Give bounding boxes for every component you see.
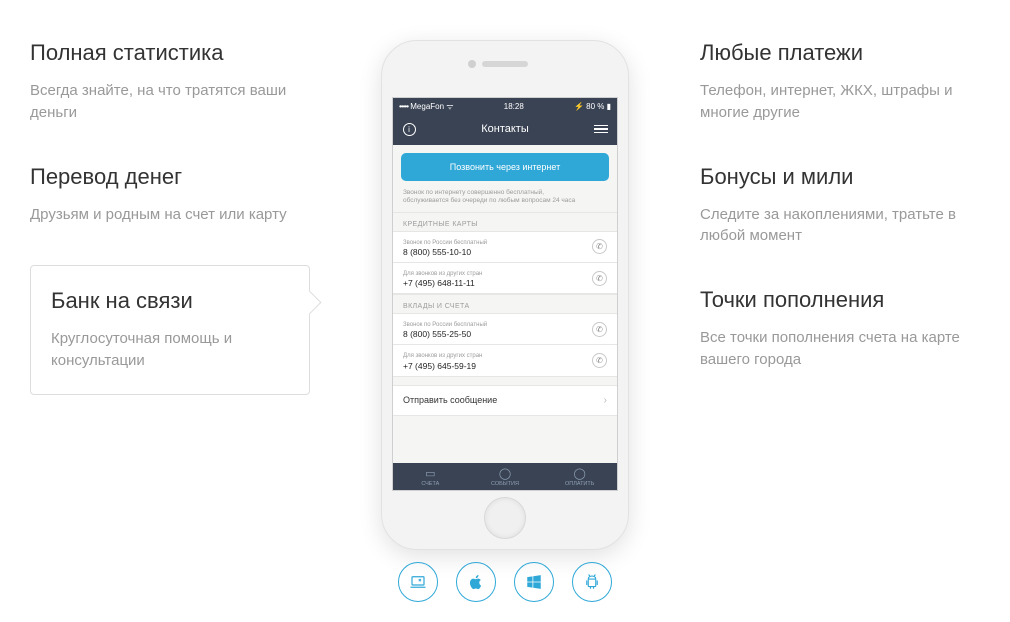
right-feature-column: Любые платежи Телефон, интернет, ЖКХ, шт… [700,40,980,550]
nav-bar: i Контакты [393,115,617,145]
feature-transfer[interactable]: Перевод денег Друзьям и родным на счет и… [30,164,310,226]
contact-row[interactable]: Звонок по России бесплатный8 (800) 555-2… [393,313,617,345]
laptop-icon[interactable] [398,562,438,602]
feature-desc: Друзьям и родным на счет или карту [30,204,310,226]
contact-row[interactable]: Для звонков из других стран+7 (495) 648-… [393,262,617,294]
feature-bonuses[interactable]: Бонусы и мили Следите за накоплениями, т… [700,164,980,248]
phone-icon[interactable]: ✆ [592,322,607,337]
left-feature-column: Полная статистика Всегда знайте, на что … [30,40,310,550]
status-battery: ⚡ 80 % ▮ [574,102,611,111]
phone-icon[interactable]: ✆ [592,239,607,254]
apple-icon[interactable] [456,562,496,602]
phone-icon[interactable]: ✆ [592,271,607,286]
screen-content: Позвонить через интернет Звонок по интер… [393,145,617,463]
call-internet-button[interactable]: Позвонить через интернет [401,153,609,181]
contact-row[interactable]: Для звонков из других стран+7 (495) 645-… [393,344,617,376]
tab-pay[interactable]: ◯ОПЛАТИТЬ [542,463,617,490]
feature-title: Бонусы и мили [700,164,980,190]
phone-screen: ••••• MegaFon ᯤ 18:28 ⚡ 80 % ▮ i Контакт… [392,97,618,491]
send-message-label: Отправить сообщение [403,395,497,405]
phone-camera [468,60,476,68]
home-button[interactable] [484,497,526,539]
feature-desc: Следите за накоплениями, тратьте в любой… [700,204,980,248]
feature-desc: Телефон, интернет, ЖКХ, штрафы и многие … [700,80,980,124]
tab-bar: ▭СЧЕТА ◯СОБЫТИЯ ◯ОПЛАТИТЬ [393,463,617,490]
feature-support-active[interactable]: Банк на связи Круглосуточная помощь и ко… [30,265,310,395]
contact-row[interactable]: Звонок по России бесплатный8 (800) 555-1… [393,231,617,263]
feature-topup[interactable]: Точки пополнения Все точки пополнения сч… [700,287,980,371]
feature-title: Точки пополнения [700,287,980,313]
section-header-deposits: ВКЛАДЫ И СЧЕТА [393,294,617,314]
tab-accounts[interactable]: ▭СЧЕТА [393,463,468,490]
status-left: ••••• MegaFon ᯤ [399,101,454,112]
feature-title: Любые платежи [700,40,980,66]
feature-payments[interactable]: Любые платежи Телефон, интернет, ЖКХ, шт… [700,40,980,124]
android-icon[interactable] [572,562,612,602]
info-icon[interactable]: i [401,121,417,137]
feature-title: Банк на связи [51,288,289,314]
section-header-credit: КРЕДИТНЫЕ КАРТЫ [393,212,617,232]
phone-icon[interactable]: ✆ [592,353,607,368]
status-bar: ••••• MegaFon ᯤ 18:28 ⚡ 80 % ▮ [393,98,617,115]
send-message-row[interactable]: Отправить сообщение › [393,385,617,416]
platform-icons [398,562,612,602]
tab-events[interactable]: ◯СОБЫТИЯ [468,463,543,490]
status-time: 18:28 [504,102,524,111]
menu-icon[interactable] [593,121,609,137]
phone-preview-column: ••••• MegaFon ᯤ 18:28 ⚡ 80 % ▮ i Контакт… [375,40,635,550]
screen-title: Контакты [481,123,529,135]
call-note: Звонок по интернету совершенно бесплатны… [393,189,617,212]
windows-icon[interactable] [514,562,554,602]
feature-stats[interactable]: Полная статистика Всегда знайте, на что … [30,40,310,124]
feature-desc: Всегда знайте, на что тратятся ваши день… [30,80,310,124]
feature-title: Перевод денег [30,164,310,190]
feature-title: Полная статистика [30,40,310,66]
chevron-right-icon: › [604,395,607,406]
feature-desc: Круглосуточная помощь и консультации [51,328,289,372]
feature-desc: Все точки пополнения счета на карте ваше… [700,327,980,371]
phone-mockup: ••••• MegaFon ᯤ 18:28 ⚡ 80 % ▮ i Контакт… [381,40,629,550]
